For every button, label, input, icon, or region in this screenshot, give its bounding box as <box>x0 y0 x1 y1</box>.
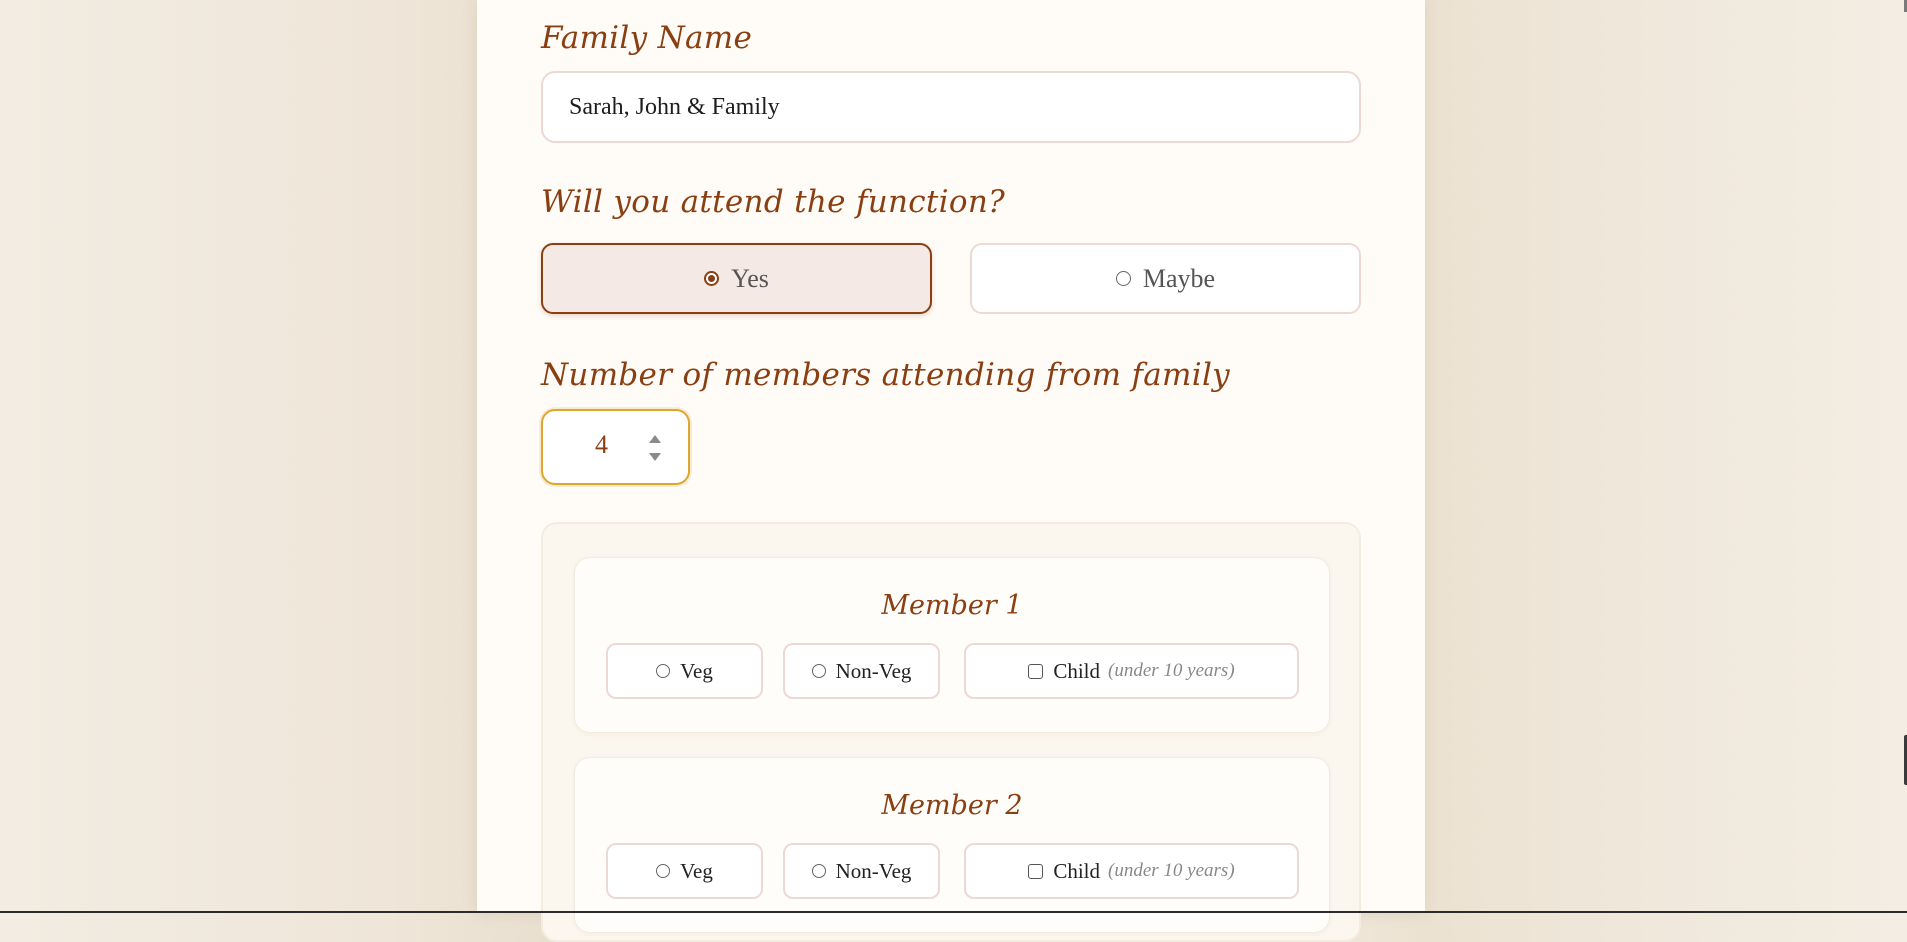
member-count-value: 4 <box>595 430 608 459</box>
non-veg-option[interactable]: Non-Veg <box>783 643 940 699</box>
veg-label: Veg <box>680 858 713 883</box>
non-veg-option[interactable]: Non-Veg <box>783 843 940 899</box>
radio-unchecked-icon[interactable] <box>1115 271 1131 286</box>
radio-checked-icon[interactable] <box>704 271 720 286</box>
child-label: Child <box>1053 858 1101 883</box>
child-hint: (under 10 years) <box>1108 860 1235 881</box>
attend-yes-option[interactable]: Yes <box>541 243 932 314</box>
veg-option[interactable]: Veg <box>606 843 763 899</box>
members-panel: Member 1 Veg Non-Veg Child (under 10 yea… <box>541 522 1361 942</box>
rsvp-form-card: Family Name Sarah, John & Family Will yo… <box>477 0 1425 942</box>
attend-maybe-label: Maybe <box>1142 263 1216 293</box>
member-card: Member 2 Veg Non-Veg Child (under 10 yea… <box>574 757 1330 933</box>
chevron-up-icon[interactable] <box>649 435 661 443</box>
family-name-input[interactable]: Sarah, John & Family <box>541 71 1361 143</box>
member-count-label: Number of members attending from family <box>541 357 1230 393</box>
radio-unchecked-icon[interactable] <box>656 664 671 678</box>
non-veg-label: Non-Veg <box>835 658 912 683</box>
non-veg-label: Non-Veg <box>835 858 912 883</box>
attend-maybe-option[interactable]: Maybe <box>970 243 1361 314</box>
veg-label: Veg <box>680 658 713 683</box>
checkbox-icon[interactable] <box>1028 863 1044 879</box>
chevron-down-icon[interactable] <box>649 453 661 461</box>
member-card: Member 1 Veg Non-Veg Child (under 10 yea… <box>574 557 1330 733</box>
radio-unchecked-icon[interactable] <box>656 864 671 878</box>
child-option[interactable]: Child (under 10 years) <box>964 843 1299 899</box>
member-title: Member 1 <box>881 590 1023 621</box>
radio-unchecked-icon[interactable] <box>811 864 826 878</box>
member-title: Member 2 <box>881 790 1023 821</box>
attendance-label: Will you attend the function? <box>541 184 1006 220</box>
child-option[interactable]: Child (under 10 years) <box>964 643 1299 699</box>
child-label: Child <box>1053 658 1101 683</box>
child-hint: (under 10 years) <box>1108 660 1235 681</box>
checkbox-icon[interactable] <box>1028 663 1044 679</box>
member-count-input[interactable]: 4 <box>541 409 690 485</box>
family-name-label: Family Name <box>541 20 753 56</box>
veg-option[interactable]: Veg <box>606 643 763 699</box>
attend-yes-label: Yes <box>731 263 769 293</box>
radio-unchecked-icon[interactable] <box>811 664 826 678</box>
